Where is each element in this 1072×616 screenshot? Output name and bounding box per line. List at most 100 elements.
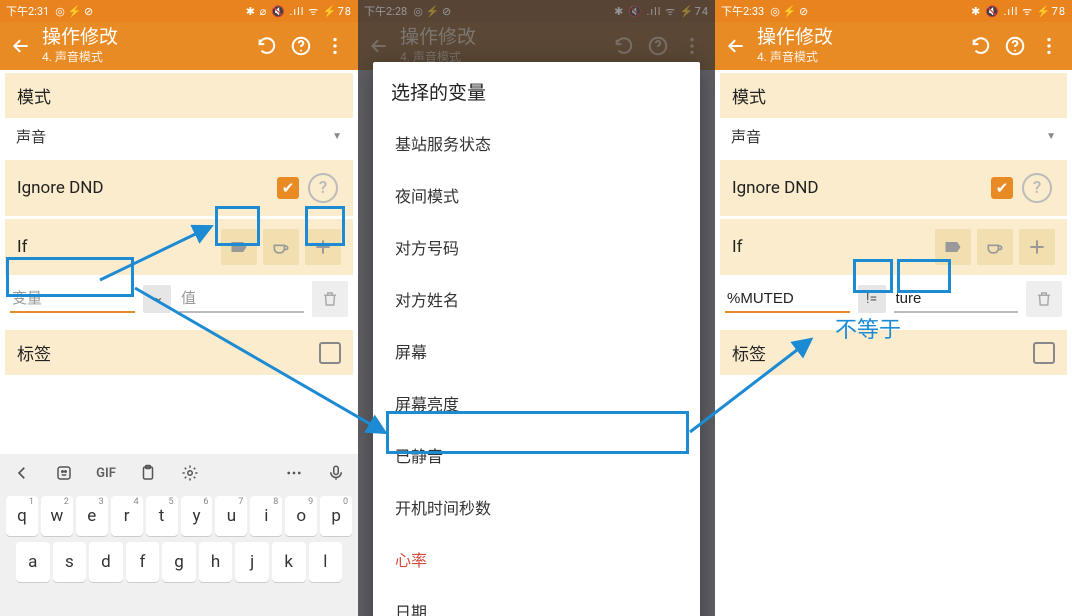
- key-r[interactable]: 4r: [111, 496, 143, 536]
- kb-toolbar: GIF: [0, 454, 358, 492]
- kb-clipboard-button[interactable]: [130, 458, 166, 488]
- ignore-dnd-help[interactable]: ?: [1019, 170, 1055, 206]
- mic-icon: [327, 464, 345, 482]
- status-bar: 下午2:31 ◎ ⚡ ⊘ ✱ ⌀ 🔇 .ıll ᯤ ⚡78: [0, 0, 358, 22]
- keyboard[interactable]: 1q 2w 3e 4r 5t 6y 7u 8i 9o 0p a s d f g …: [0, 492, 358, 616]
- help-icon: [290, 35, 312, 57]
- ignore-dnd-help[interactable]: ?: [305, 170, 341, 206]
- tag-checkbox[interactable]: ✔: [1033, 342, 1055, 364]
- key-k[interactable]: k: [272, 542, 306, 582]
- mode-dropdown[interactable]: 声音 ▼: [0, 118, 358, 157]
- overflow-button[interactable]: [1032, 29, 1066, 63]
- key-u[interactable]: 7u: [215, 496, 247, 536]
- if-tag-button[interactable]: [221, 229, 257, 265]
- if-var-button[interactable]: [263, 229, 299, 265]
- kb-collapse-button[interactable]: [4, 458, 40, 488]
- if-var-button[interactable]: [977, 229, 1013, 265]
- back-button[interactable]: [721, 31, 751, 61]
- status-left-icons: ◎ ⚡ ⊘: [55, 5, 93, 18]
- kb-settings-button[interactable]: [172, 458, 208, 488]
- ignore-dnd-checkbox[interactable]: ✔: [277, 177, 299, 199]
- variable-picker-dialog: 选择的变量 基站服务状态 夜间模式 对方号码 对方姓名 屏幕 屏幕亮度 已静音 …: [373, 62, 700, 616]
- kb-mic-button[interactable]: [318, 458, 354, 488]
- operator-button[interactable]: !=: [858, 285, 886, 313]
- kb-gif-button[interactable]: GIF: [88, 458, 124, 488]
- value-input[interactable]: [179, 286, 304, 313]
- key-s[interactable]: s: [53, 542, 87, 582]
- if-add-button[interactable]: [1019, 229, 1055, 265]
- variable-input[interactable]: [725, 286, 850, 313]
- dialog-item[interactable]: 对方姓名: [373, 273, 700, 325]
- tag-checkbox[interactable]: ✔: [319, 342, 341, 364]
- help-circle-icon: ?: [1022, 173, 1052, 203]
- key-o[interactable]: 9o: [285, 496, 317, 536]
- mode-section: 模式: [720, 73, 1067, 118]
- variable-input[interactable]: [10, 286, 135, 313]
- delete-condition-button[interactable]: [1026, 281, 1062, 317]
- key-p[interactable]: 0p: [320, 496, 352, 536]
- key-d[interactable]: d: [89, 542, 123, 582]
- plus-icon: [1027, 237, 1047, 257]
- key-y[interactable]: 6y: [181, 496, 213, 536]
- tag-icon: [943, 237, 963, 257]
- back-button[interactable]: [6, 31, 36, 61]
- if-add-button[interactable]: [305, 229, 341, 265]
- help-button[interactable]: [284, 29, 318, 63]
- kb-sticker-button[interactable]: [46, 458, 82, 488]
- sticker-icon: [55, 464, 73, 482]
- key-j[interactable]: j: [235, 542, 269, 582]
- key-h[interactable]: h: [199, 542, 233, 582]
- ignore-dnd-checkbox[interactable]: ✔: [991, 177, 1013, 199]
- dialog-item[interactable]: 屏幕亮度: [373, 377, 700, 429]
- value-input[interactable]: [894, 286, 1019, 313]
- key-e[interactable]: 3e: [76, 496, 108, 536]
- dialog-item[interactable]: 基站服务状态: [373, 117, 700, 169]
- chevron-left-icon: [13, 464, 31, 482]
- arrow-left-icon: [726, 36, 746, 56]
- page-title: 操作修改: [42, 27, 250, 46]
- key-q[interactable]: 1q: [6, 496, 38, 536]
- kb-more-button[interactable]: [276, 458, 312, 488]
- app-bar: 操作修改 4. 声音模式: [715, 22, 1072, 70]
- dialog-item[interactable]: 夜间模式: [373, 169, 700, 221]
- coffee-icon: [985, 237, 1005, 257]
- dialog-item[interactable]: 对方号码: [373, 221, 700, 273]
- ignore-dnd-row: Ignore DND ✔ ?: [5, 160, 353, 216]
- key-w[interactable]: 2w: [41, 496, 73, 536]
- tag-label: 标签: [17, 340, 319, 365]
- dialog-item-muted[interactable]: 已静音: [373, 429, 700, 481]
- status-bar: 下午2:33 ◎ ⚡ ⊘ ✱ 🔇 .ıll ᯤ ⚡78: [715, 0, 1072, 22]
- if-label: If: [17, 237, 215, 257]
- kb-row-2: a s d f g h j k l: [2, 542, 356, 582]
- kb-row-1: 1q 2w 3e 4r 5t 6y 7u 8i 9o 0p: [2, 496, 356, 536]
- mode-section: 模式: [5, 73, 353, 118]
- mode-value: 声音: [16, 126, 46, 147]
- dialog-title: 选择的变量: [373, 62, 700, 117]
- trash-icon: [1035, 290, 1053, 308]
- page-subtitle: 4. 声音模式: [42, 48, 250, 65]
- key-a[interactable]: a: [16, 542, 50, 582]
- gear-icon: [181, 464, 199, 482]
- key-l[interactable]: l: [309, 542, 343, 582]
- operator-button[interactable]: ~: [143, 285, 171, 313]
- key-f[interactable]: f: [126, 542, 160, 582]
- overflow-button[interactable]: [318, 29, 352, 63]
- undo-button[interactable]: [964, 29, 998, 63]
- dialog-item[interactable]: 心率: [373, 533, 700, 585]
- key-g[interactable]: g: [162, 542, 196, 582]
- undo-icon: [256, 35, 278, 57]
- app-bar: 操作修改 4. 声音模式: [0, 22, 358, 70]
- delete-condition-button[interactable]: [312, 281, 348, 317]
- if-label: If: [732, 237, 929, 257]
- help-button[interactable]: [998, 29, 1032, 63]
- screenshot-middle: 下午2:28 ◎ ⚡ ⊘ ✱ 🔇 .ıll ᯤ ⚡74 操作修改 4. 声音模式…: [358, 0, 715, 616]
- undo-button[interactable]: [250, 29, 284, 63]
- dialog-item[interactable]: 屏幕: [373, 325, 700, 377]
- mode-value: 声音: [731, 126, 761, 147]
- dialog-item[interactable]: 开机时间秒数: [373, 481, 700, 533]
- if-tag-button[interactable]: [935, 229, 971, 265]
- mode-dropdown[interactable]: 声音 ▼: [715, 118, 1072, 157]
- key-i[interactable]: 8i: [250, 496, 282, 536]
- dialog-item[interactable]: 日期: [373, 585, 700, 616]
- key-t[interactable]: 5t: [146, 496, 178, 536]
